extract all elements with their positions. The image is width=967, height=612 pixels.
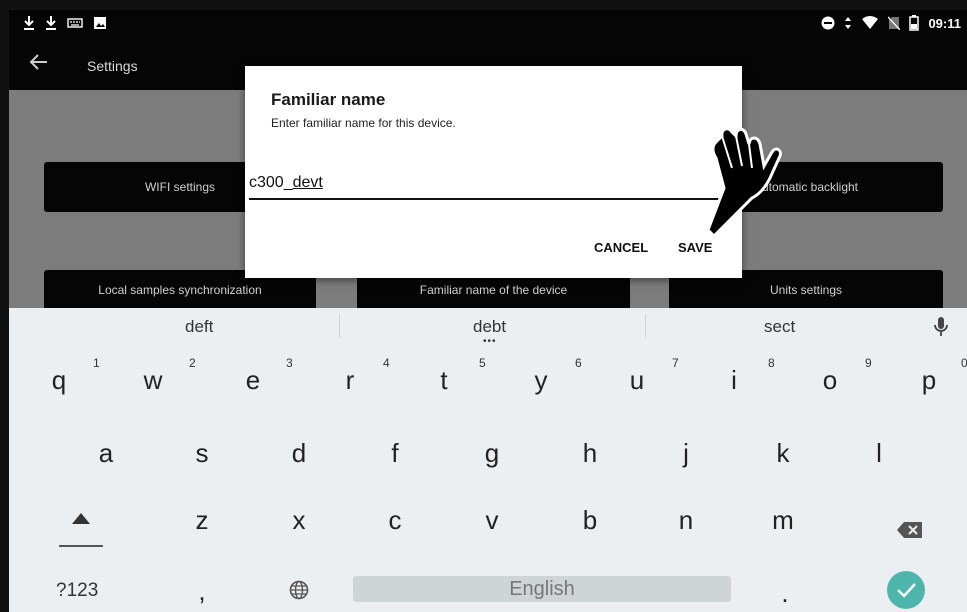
pointing-hand-icon [706, 127, 782, 239]
device-screen: 09:11 Settings WIFI settings Automatic b… [9, 10, 967, 612]
key-c[interactable]: c [365, 505, 425, 536]
key-g[interactable]: g [462, 438, 522, 469]
key-n[interactable]: n [656, 505, 716, 536]
key-h[interactable]: h [560, 438, 620, 469]
key-s[interactable]: s [172, 438, 232, 469]
input-text: c300_ [249, 174, 293, 191]
key-q[interactable]: q [29, 365, 89, 396]
clock: 09:11 [928, 15, 961, 31]
key-p[interactable]: p [899, 365, 959, 396]
download-icon [24, 16, 34, 30]
key-hint: 6 [575, 356, 582, 370]
microphone-icon[interactable] [933, 316, 949, 338]
soft-keyboard: deft debt ••• sect q 1 w 2 e 3 r 4 t 5 y… [9, 308, 967, 612]
download-icon [46, 16, 56, 30]
key-hint: 4 [383, 356, 390, 370]
page-title: Settings [87, 58, 138, 74]
key-hint: 3 [286, 356, 293, 370]
key-hint: 5 [479, 356, 486, 370]
key-o[interactable]: o [800, 365, 860, 396]
wifi-settings-label: WIFI settings [144, 180, 215, 194]
key-hint: 8 [768, 356, 775, 370]
key-r[interactable]: r [320, 365, 380, 396]
key-x[interactable]: x [269, 505, 329, 536]
data-arrows-icon [845, 17, 852, 29]
key-t[interactable]: t [414, 365, 474, 396]
key-m[interactable]: m [753, 505, 813, 536]
globe-icon[interactable] [289, 580, 309, 600]
status-bar: 09:11 [9, 10, 967, 38]
dialog-title: Familiar name [271, 90, 386, 109]
input-composing-text: devt [292, 174, 323, 191]
key-v[interactable]: v [462, 505, 522, 536]
symbols-key[interactable]: ?123 [56, 580, 98, 602]
familiar-name-input[interactable]: c300_devt [249, 174, 719, 200]
key-period[interactable]: . [755, 578, 815, 609]
suggestion-strip: deft debt ••• sect [9, 308, 967, 347]
back-arrow-icon[interactable] [29, 52, 49, 72]
key-hint: 0 [961, 356, 967, 370]
key-z[interactable]: z [172, 505, 232, 536]
key-hint: 7 [672, 356, 679, 370]
backspace-icon[interactable] [897, 521, 923, 539]
wifi-icon [862, 16, 879, 29]
screen: 09:11 Settings WIFI settings Automatic b… [0, 0, 967, 612]
key-k[interactable]: k [753, 438, 813, 469]
key-b[interactable]: b [560, 505, 620, 536]
image-icon [94, 17, 106, 29]
dialog-message: Enter familiar name for this device. [271, 116, 456, 130]
more-suggestions-icon[interactable]: ••• [483, 336, 497, 347]
key-y[interactable]: y [511, 365, 571, 396]
key-j[interactable]: j [656, 438, 716, 469]
key-hint: 9 [865, 356, 872, 370]
familiar-name-label: Familiar name of the device [419, 283, 568, 297]
key-f[interactable]: f [365, 438, 425, 469]
key-comma[interactable]: , [172, 576, 232, 607]
keyboard-icon [67, 18, 83, 28]
units-settings-label: Units settings [769, 283, 843, 297]
key-hint: 1 [93, 356, 100, 370]
local-samples-sync-label: Local samples synchronization [98, 283, 262, 297]
key-l[interactable]: l [849, 438, 909, 469]
key-a[interactable]: a [76, 438, 136, 469]
suggestion-item[interactable]: debt [473, 317, 506, 337]
divider [645, 314, 646, 338]
key-i[interactable]: i [704, 365, 764, 396]
key-d[interactable]: d [269, 438, 329, 469]
key-u[interactable]: u [607, 365, 667, 396]
checkmark-done-icon[interactable] [886, 570, 926, 610]
battery-icon [909, 15, 920, 31]
suggestion-item[interactable]: sect [764, 317, 795, 337]
cancel-button[interactable]: CANCEL [594, 240, 648, 255]
key-hint: 2 [189, 356, 196, 370]
space-bar[interactable]: English [353, 576, 731, 602]
familiar-name-dialog: Familiar name Enter familiar name for th… [245, 66, 742, 278]
space-bar-label: English [509, 577, 575, 600]
suggestion-item[interactable]: deft [185, 317, 213, 337]
divider [339, 314, 340, 338]
key-e[interactable]: e [223, 365, 283, 396]
key-w[interactable]: w [123, 365, 183, 396]
no-sim-icon [888, 16, 901, 30]
do-not-disturb-icon [821, 16, 835, 30]
shift-icon[interactable] [59, 510, 103, 548]
